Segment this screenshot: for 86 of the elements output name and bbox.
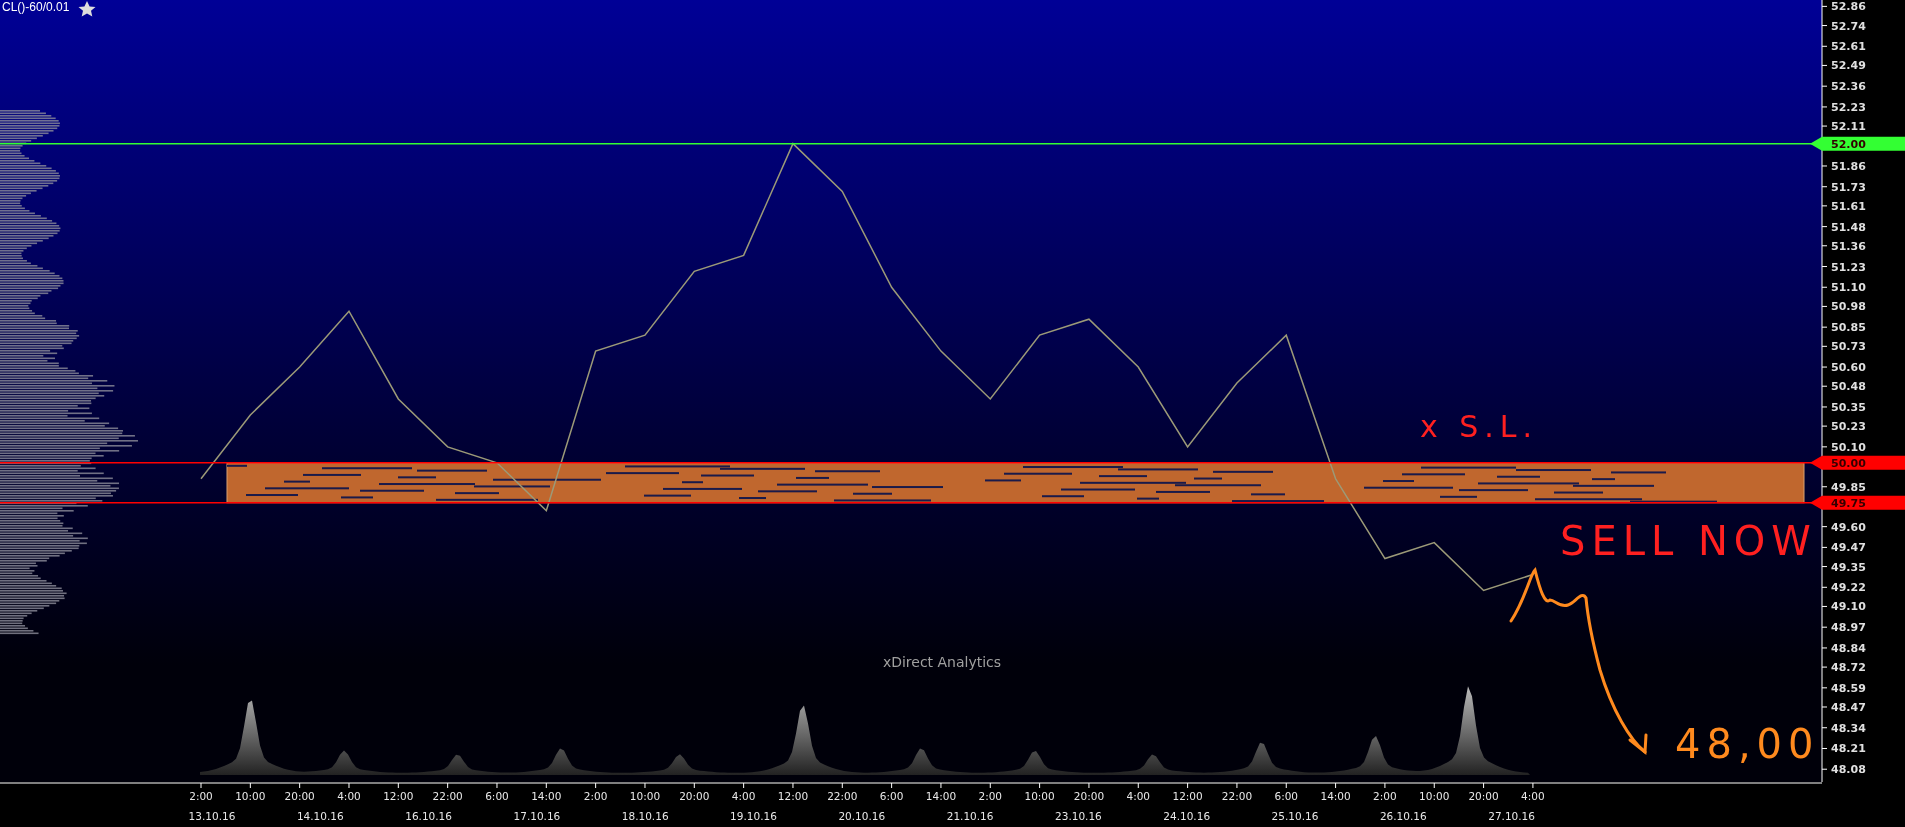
axis-label: 52.49 [1831,59,1866,73]
axis-label: 51.36 [1831,239,1866,253]
axis-label: 48.34 [1831,721,1866,735]
date-label: 23.10.16 [1055,810,1102,822]
date-label: 16.10.16 [405,810,452,822]
axis-label: 49.10 [1831,600,1866,614]
axis-label: 20:00 [1468,790,1499,802]
date-label: 21.10.16 [946,810,994,822]
date-label: 14.10.16 [296,810,344,822]
axis-label: 48.97 [1831,621,1866,635]
axis-label: 52.61 [1831,40,1866,54]
axis-label: 14:00 [1320,790,1351,802]
axis-label: 49.85 [1831,480,1866,494]
axis-label: 50.60 [1831,361,1866,375]
axis-label: 51.61 [1831,199,1866,213]
axis-label: 48.59 [1831,681,1866,695]
axis-label: 50.48 [1831,380,1866,394]
axis-label: 22:00 [1221,790,1253,802]
axis-label: 2:00 [978,790,1003,802]
axis-label: 2:00 [189,790,213,802]
axis-label: 10:00 [1419,790,1450,802]
date-label: 17.10.16 [513,810,561,822]
watermark: xDirect Analytics [882,654,1002,670]
axis-label: 6:00 [485,790,509,802]
axis-label: 50.85 [1831,321,1866,335]
axis-label: 52.36 [1831,80,1866,94]
axis-label: 50.10 [1831,440,1866,454]
axis-label: 4:00 [1126,790,1151,802]
ref-line-label: 50.00 [1831,456,1867,470]
axis-label: 52.86 [1831,0,1866,14]
date-label: 24.10.16 [1163,810,1211,822]
axis-label: 49.47 [1831,541,1866,555]
axis-label: 52.74 [1831,19,1866,33]
axis-label: 50.73 [1831,340,1866,354]
axis-label: 4:00 [1521,790,1545,802]
axis-label: 2:00 [1373,790,1397,802]
axis-label: 51.48 [1831,220,1866,234]
handwritten-note: x S.L. [1420,409,1539,444]
axis-label: 52.23 [1831,100,1866,114]
axis-label: 2:00 [583,790,608,802]
chart-title: CL()-60/0.01 [2,0,70,14]
axis-label: 12:00 [383,790,414,802]
axis-label: 10:00 [235,790,266,802]
axis-label: 49.35 [1831,560,1866,574]
axis-label: 4:00 [731,790,756,802]
date-label: 27.10.16 [1488,810,1535,822]
date-label: 19.10.16 [730,810,777,822]
axis-label: 22:00 [432,790,463,802]
axis-label: 4:00 [337,790,361,802]
axis-label: 48.72 [1831,661,1866,675]
axis-label: 48.84 [1831,641,1866,655]
axis-label: 20:00 [1073,790,1105,802]
date-label: 20.10.16 [838,810,886,822]
axis-label: 48.08 [1831,763,1866,777]
axis-label: 10:00 [1024,790,1055,802]
date-label: 25.10.16 [1271,810,1319,822]
axis-label: 50.35 [1831,400,1866,414]
axis-label: 49.22 [1831,581,1866,595]
axis-label: 6:00 [1274,790,1299,802]
axis-label: 48.21 [1831,742,1866,756]
axis-label: 12:00 [777,790,809,802]
ref-line-label: 52.00 [1831,137,1867,151]
date-label: 13.10.16 [188,810,236,822]
axis-label: 14:00 [531,790,562,802]
axis-label: 51.73 [1831,180,1866,194]
axis-label: 22:00 [827,790,858,802]
axis-label: 10:00 [629,790,661,802]
axis-label: 14:00 [925,790,957,802]
date-label: 18.10.16 [621,810,669,822]
ref-line-label: 49.75 [1831,496,1866,510]
axis-label: 20:00 [284,790,315,802]
axis-label: 49.60 [1831,520,1866,534]
date-label: 26.10.16 [1379,810,1427,822]
axis-label: 12:00 [1172,790,1203,802]
handwritten-note: SELL NOW [1560,518,1817,564]
axis-label: 51.10 [1831,281,1866,295]
axis-label: 6:00 [879,790,904,802]
axis-label: 20:00 [679,790,710,802]
axis-label: 51.23 [1831,260,1866,274]
axis-label: 50.98 [1831,300,1866,314]
axis-label: 51.86 [1831,160,1866,173]
axis-label: 48.47 [1831,701,1866,714]
axis-label: 52.11 [1831,120,1866,134]
handwritten-note: 48,00 [1675,721,1820,767]
axis-label: 50.23 [1831,420,1866,434]
star-icon [78,1,96,17]
